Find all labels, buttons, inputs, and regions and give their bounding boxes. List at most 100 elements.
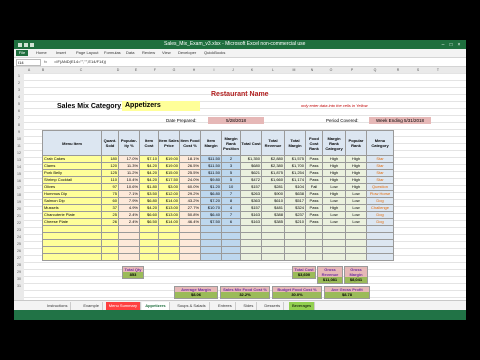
tab-review[interactable]: Review [142,49,155,57]
name-box[interactable]: I14 [16,59,41,66]
empty-cell[interactable] [284,239,306,247]
table-cell[interactable]: 29.2% [179,190,201,198]
tab-data[interactable]: Data [126,49,134,57]
table-cell[interactable]: 60.0% [179,183,201,191]
empty-cell[interactable] [101,239,119,247]
tab-insert[interactable]: Insert [56,49,66,57]
table-cell[interactable]: $11.50 [200,155,222,163]
row-header-15[interactable]: 15 [14,172,24,176]
table-cell[interactable]: Fail [305,183,323,191]
sheet-tab-instructions[interactable]: Instructions [44,302,72,310]
sheet-tab-appetizers[interactable]: Appetizers [142,302,170,310]
table-cell[interactable]: $13.00 [158,211,180,219]
table-cell[interactable]: 110 [101,176,119,184]
empty-cell[interactable] [118,225,140,233]
table-cell[interactable]: $900 [261,190,285,198]
table-cell[interactable]: 5 [221,176,241,184]
empty-cell[interactable] [261,246,285,254]
table-cell[interactable]: $12.00 [158,190,180,198]
table-cell[interactable]: $1,875 [261,169,285,177]
empty-cell[interactable] [200,253,222,261]
empty-cell[interactable] [158,239,180,247]
table-cell[interactable]: $10.70 [200,204,222,212]
tab-view[interactable]: View [162,49,171,57]
row-header-31[interactable]: 31 [14,284,24,288]
row-header-17[interactable]: 17 [14,186,24,190]
row-header-16[interactable]: 16 [14,179,24,183]
row-header-28[interactable]: 28 [14,263,24,267]
table-cell[interactable]: 60 [101,197,119,205]
empty-cell[interactable] [221,232,241,240]
table-cell[interactable]: High [345,176,367,184]
empty-cell[interactable] [345,225,367,233]
empty-cell[interactable] [139,246,159,254]
table-cell[interactable]: 50.8% [179,211,201,219]
empty-cell[interactable] [366,253,394,261]
row-header-21[interactable]: 21 [14,214,24,218]
empty-cell[interactable] [179,225,201,233]
table-cell[interactable]: $1.20 [200,183,222,191]
row-header-11[interactable]: 11 [14,144,24,148]
row-header-26[interactable]: 26 [14,249,24,253]
row-header-23[interactable]: 23 [14,228,24,232]
empty-cell[interactable] [322,253,346,261]
table-cell[interactable]: 37 [101,204,119,212]
empty-cell[interactable] [101,253,119,261]
table-cell[interactable]: $1,174 [284,176,306,184]
empty-cell[interactable] [118,246,140,254]
empty-cell[interactable] [42,225,102,233]
empty-cell[interactable] [139,253,159,261]
empty-cell[interactable] [42,253,102,261]
empty-cell[interactable] [284,253,306,261]
empty-cell[interactable] [158,253,180,261]
table-cell[interactable]: 4 [221,204,241,212]
empty-cell[interactable] [139,232,159,240]
table-cell[interactable]: Low [322,211,346,219]
menu-item-cell[interactable]: Pork Belly [42,169,102,177]
table-cell[interactable]: $157 [240,183,262,191]
table-cell[interactable]: $680 [240,162,262,170]
menu-item-cell[interactable]: Mussels [42,204,102,212]
table-cell[interactable]: High [322,190,346,198]
table-cell[interactable]: High [345,169,367,177]
table-cell[interactable]: $6.50 [139,218,159,226]
sheet-tab-desserts[interactable]: Desserts [261,302,285,310]
table-cell[interactable]: 25.5% [179,169,201,177]
table-cell[interactable]: $6.80 [139,197,159,205]
empty-cell[interactable] [284,232,306,240]
table-cell[interactable]: Low [322,197,346,205]
empty-cell[interactable] [139,225,159,233]
sheet-tab-soups-salads[interactable]: Soups & Salads [174,302,210,310]
row-header-6[interactable]: 6 [14,109,24,113]
table-cell[interactable]: 11.3% [118,162,140,170]
table-cell[interactable]: Star [366,155,394,163]
table-cell[interactable]: $7.10 [139,155,159,163]
row-header-2[interactable]: 2 [14,81,24,85]
table-cell[interactable]: $1,254 [284,169,306,177]
row-header-19[interactable]: 19 [14,200,24,204]
menu-item-cell[interactable]: Clams [42,162,102,170]
table-cell[interactable]: High [322,155,346,163]
tab-home[interactable]: Home [36,49,47,57]
table-cell[interactable]: Low [322,183,346,191]
table-cell[interactable]: $1,350 [240,155,262,163]
empty-cell[interactable] [200,239,222,247]
menu-item-cell[interactable]: Cheese Plate [42,218,102,226]
table-cell[interactable]: $163 [240,218,262,226]
table-cell[interactable]: 26.5% [179,162,201,170]
table-cell[interactable]: Star [366,169,394,177]
table-cell[interactable]: $1,575 [284,155,306,163]
table-cell[interactable]: 2 [221,155,241,163]
menu-item-cell[interactable]: Crab Cakes [42,155,102,163]
table-cell[interactable]: Dog [366,197,394,205]
table-cell[interactable]: 46.4% [179,218,201,226]
empty-cell[interactable] [261,239,285,247]
table-cell[interactable]: 26 [101,218,119,226]
table-cell[interactable]: $19.00 [158,162,180,170]
empty-cell[interactable] [366,239,394,247]
table-cell[interactable]: $14.00 [158,218,180,226]
table-cell[interactable]: High [345,162,367,170]
empty-cell[interactable] [345,246,367,254]
empty-cell[interactable] [118,253,140,261]
table-cell[interactable]: 7.1% [118,190,140,198]
